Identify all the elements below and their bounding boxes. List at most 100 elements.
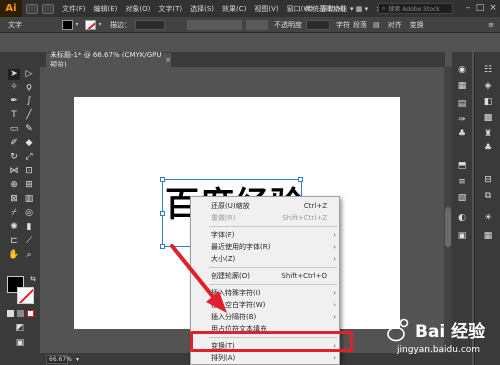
menu-effect[interactable]: 效果(C): [218, 4, 250, 14]
properties-icon[interactable]: ☷: [481, 64, 495, 76]
scale-tool-icon[interactable]: ⤢: [23, 152, 35, 163]
layers-icon[interactable]: ◈: [481, 80, 495, 92]
minimize-icon[interactable]: –: [462, 2, 474, 14]
pathfinder-icon[interactable]: ⧉: [481, 190, 495, 202]
blend-tool-icon[interactable]: ◎: [23, 208, 35, 219]
menu-item-recent-fonts[interactable]: 最近使用的字体(R) ›: [191, 241, 341, 252]
paintbrush-icon[interactable]: ✎: [23, 124, 35, 135]
mesh-tool-icon[interactable]: ⊠: [8, 194, 20, 205]
symbol-sprayer-icon[interactable]: ✺: [8, 222, 20, 233]
menu-item-undo[interactable]: 还原(U)缩放 Ctrl+Z: [191, 200, 341, 211]
type-tool-icon[interactable]: T: [8, 110, 20, 121]
handle-left[interactable]: [160, 211, 165, 216]
menu-object[interactable]: 对象(O): [121, 4, 154, 14]
graph-tool-icon[interactable]: ▮: [23, 222, 35, 233]
swatches-icon[interactable]: ▤: [455, 98, 469, 110]
zoom-tool-icon[interactable]: ⌕: [23, 250, 35, 261]
document-tab[interactable]: 未标题-1* @ 66.67% (CMYK/GPU 预览) ×: [46, 51, 171, 69]
paragraph-link[interactable]: 段落: [353, 20, 367, 30]
stroke-weight-field[interactable]: [135, 19, 165, 30]
libraries-icon[interactable]: ◧: [481, 96, 495, 108]
menu-file[interactable]: 文件(F): [58, 4, 90, 14]
gradient-mode-icon[interactable]: [17, 310, 24, 317]
graphic-styles-icon[interactable]: ⬒: [455, 160, 469, 172]
selection-tool-icon[interactable]: ➤: [8, 69, 20, 80]
brushes-icon[interactable]: ✑: [455, 114, 469, 126]
menu-select[interactable]: 选择(S): [186, 4, 218, 14]
menu-item-insert-whitespace[interactable]: 插入空白字符(W) ›: [191, 299, 341, 310]
stroke-panel-icon[interactable]: ≡: [455, 176, 469, 188]
align-panel-icon[interactable]: ⊟: [481, 174, 495, 186]
magic-wand-icon[interactable]: ✧: [8, 82, 20, 93]
transform-link[interactable]: 变换: [410, 20, 424, 30]
line-tool-icon[interactable]: ╱: [23, 110, 35, 121]
stroke-swatch[interactable]: [85, 19, 96, 30]
chevron-down-icon[interactable]: ▾: [76, 356, 79, 363]
menu-type[interactable]: 文字(T): [154, 4, 186, 14]
vertical-scrollbar[interactable]: [444, 67, 452, 353]
screen-mode-icon[interactable]: ▣: [14, 338, 26, 349]
direct-selection-tool-icon[interactable]: ▷: [23, 69, 35, 80]
chevron-down-icon[interactable]: ▾: [96, 21, 104, 28]
gradient-panel-icon[interactable]: ▧: [455, 192, 469, 204]
puppet-icon[interactable]: ♜: [481, 128, 495, 140]
menu-edit[interactable]: 编辑(E): [90, 4, 122, 14]
menu-item-insert-special-char[interactable]: 插入特殊字符(I) ›: [191, 287, 341, 298]
handle-top-right[interactable]: [298, 177, 303, 182]
fill-swatch[interactable]: [62, 19, 73, 30]
variable-width-field[interactable]: [187, 19, 242, 30]
sun-icon[interactable]: ☀: [481, 212, 495, 224]
club-icon[interactable]: ♣: [481, 142, 495, 154]
menu-item-font[interactable]: 字体(F) ›: [191, 229, 341, 240]
menu-view[interactable]: 视图(V): [250, 4, 282, 14]
stock-search[interactable]: ⌕ 搜索 Adobe Stock: [378, 3, 453, 14]
scrollbar-thumb[interactable]: [445, 207, 451, 247]
stroke-color-box[interactable]: [17, 287, 34, 304]
brush-field[interactable]: [246, 19, 268, 30]
handle-top-left[interactable]: [160, 177, 165, 182]
curvature-tool-icon[interactable]: ∫: [23, 96, 35, 107]
rotate-tool-icon[interactable]: ↻: [8, 152, 20, 163]
artboards-icon[interactable]: ▩: [481, 112, 495, 124]
menu-item-arrange[interactable]: 排列(A) ›: [191, 352, 341, 363]
rectangle-tool-icon[interactable]: ▭: [8, 124, 20, 135]
draw-mode-icon[interactable]: ◩: [14, 323, 26, 334]
pen-tool-icon[interactable]: ✒: [8, 96, 20, 107]
eraser-icon[interactable]: ◆: [23, 138, 35, 149]
close-icon[interactable]: ×: [165, 56, 171, 64]
artboard-tool-icon[interactable]: ⊏: [8, 236, 20, 247]
symbols-icon[interactable]: ♣: [455, 128, 469, 140]
menu-item-create-outlines[interactable]: 创建轮廓(O) Shift+Ctrl+O: [191, 270, 341, 281]
image-trace-icon[interactable]: ▦: [481, 230, 495, 242]
hand-tool-icon[interactable]: ✋: [8, 250, 20, 261]
handle-bottom-left[interactable]: [160, 244, 165, 249]
color-mode-icon[interactable]: [7, 310, 14, 317]
opacity-field[interactable]: [306, 19, 330, 30]
chevron-down-icon[interactable]: ▾: [73, 21, 81, 28]
align-panel-icon[interactable]: ▤: [373, 21, 380, 29]
transparency-icon[interactable]: ◐: [455, 212, 469, 224]
appearance-icon[interactable]: ▣: [455, 230, 469, 242]
menu-item-insert-break[interactable]: 插入分隔符(B) ›: [191, 311, 341, 322]
width-tool-icon[interactable]: ⋈: [8, 166, 20, 177]
slice-tool-icon[interactable]: ⟋: [23, 236, 35, 247]
color-panel-icon[interactable]: ◉: [455, 64, 469, 76]
perspective-grid-icon[interactable]: ⊞: [23, 180, 35, 191]
align-link[interactable]: 对齐: [388, 20, 402, 30]
shaper-tool-icon[interactable]: ✐: [8, 138, 20, 149]
color-guide-icon[interactable]: ▦: [455, 80, 469, 92]
bridge-icon[interactable]: [26, 3, 38, 14]
free-transform-icon[interactable]: ⊡: [23, 166, 35, 177]
restore-icon[interactable]: □: [474, 2, 486, 14]
menu-item-size[interactable]: 大小(Z) ›: [191, 253, 341, 264]
eyedropper-icon[interactable]: ⌿: [8, 208, 20, 219]
none-mode-icon[interactable]: [27, 310, 34, 317]
swap-colors-icon[interactable]: ⇆: [27, 274, 39, 285]
zoom-field[interactable]: 66.67%: [46, 354, 72, 364]
workspace-switcher[interactable]: 传统基本功能 ▾: [305, 3, 361, 14]
stock-icon[interactable]: [42, 3, 54, 14]
character-link[interactable]: 字符: [336, 20, 350, 30]
shape-builder-icon[interactable]: ⊕: [8, 180, 20, 191]
close-icon[interactable]: ×: [487, 2, 499, 14]
lasso-icon[interactable]: ϙ: [23, 82, 35, 93]
